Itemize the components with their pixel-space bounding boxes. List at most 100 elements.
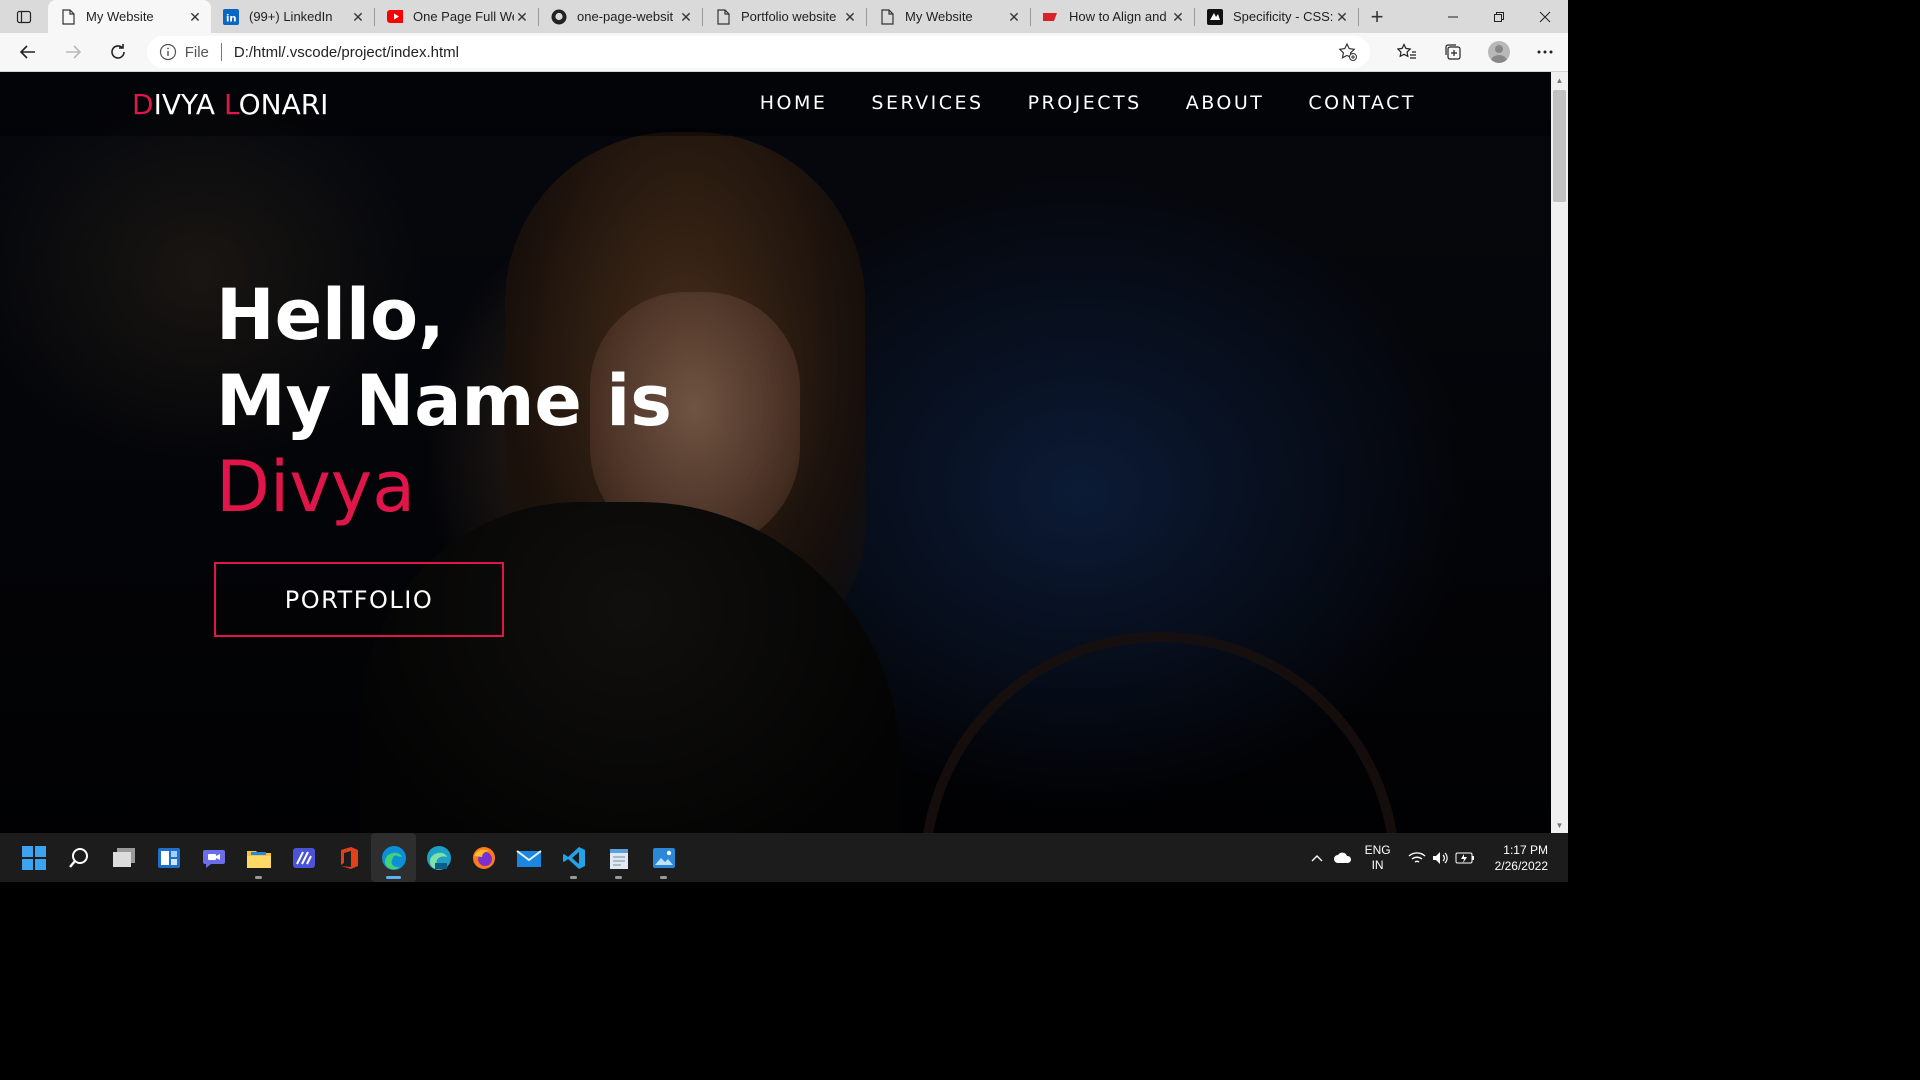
- restore-button[interactable]: [1476, 0, 1522, 33]
- collections-button[interactable]: [1430, 35, 1476, 69]
- edge-icon: [381, 845, 406, 870]
- browser-tab[interactable]: one-page-websit ✕: [539, 0, 702, 33]
- browser-tab-strip: My Website ✕ in (99+) LinkedIn ✕ One Pag…: [0, 0, 1568, 33]
- avatar: [1488, 41, 1511, 63]
- close-tab-icon[interactable]: ✕: [1170, 9, 1186, 25]
- wifi-button[interactable]: [1405, 851, 1429, 865]
- hero-intro: My Name is: [216, 360, 672, 442]
- url-scheme: File: [184, 43, 209, 61]
- volume-button[interactable]: [1429, 851, 1453, 865]
- forward-button[interactable]: [51, 35, 96, 69]
- forward-arrow-icon: [66, 45, 82, 59]
- search-icon: [68, 847, 88, 868]
- mail-button[interactable]: [506, 833, 551, 882]
- vscode-button[interactable]: [551, 833, 596, 882]
- close-tab-icon[interactable]: ✕: [350, 9, 366, 25]
- search-button[interactable]: [56, 833, 101, 882]
- chat-button[interactable]: [191, 833, 236, 882]
- mail-icon: [515, 849, 542, 867]
- close-tab-icon[interactable]: ✕: [1334, 9, 1350, 25]
- browser-tab[interactable]: How to Align and ✕: [1031, 0, 1194, 33]
- close-icon: [1539, 11, 1551, 22]
- notepad-button[interactable]: [596, 833, 641, 882]
- minimize-button[interactable]: [1430, 0, 1476, 33]
- browser-tab[interactable]: in (99+) LinkedIn ✕: [211, 0, 374, 33]
- start-button[interactable]: [11, 833, 56, 882]
- browser-tab[interactable]: My Website ✕: [48, 0, 211, 33]
- nav-link-about[interactable]: ABOUT: [1186, 92, 1265, 114]
- back-button[interactable]: [6, 35, 51, 69]
- office-button[interactable]: [326, 833, 371, 882]
- new-tab-button[interactable]: +: [1359, 0, 1395, 33]
- logo-text: IVYA: [153, 88, 224, 121]
- tab-title: One Page Full We: [413, 9, 514, 24]
- running-indicator: [386, 876, 401, 879]
- code-app-button[interactable]: [281, 833, 326, 882]
- svg-text:in: in: [226, 13, 237, 24]
- portfolio-button[interactable]: PORTFOLIO: [214, 562, 504, 637]
- collections-icon: [1445, 44, 1461, 60]
- refresh-button[interactable]: [96, 35, 141, 69]
- page-icon: [715, 8, 731, 25]
- add-favorite-icon[interactable]: [1338, 42, 1358, 62]
- github-icon: [551, 9, 567, 25]
- browser-tab[interactable]: My Website ✕: [867, 0, 1030, 33]
- edge-button[interactable]: [371, 833, 416, 882]
- task-view-icon: [112, 847, 135, 867]
- photos-button[interactable]: [641, 833, 686, 882]
- logo-initial: L: [223, 88, 239, 121]
- tab-actions-icon: [16, 10, 32, 23]
- close-tab-icon[interactable]: ✕: [678, 9, 694, 25]
- battery-button[interactable]: [1453, 852, 1477, 864]
- close-tab-icon[interactable]: ✕: [514, 9, 530, 25]
- firefox-button[interactable]: [461, 833, 506, 882]
- minimize-icon: [1448, 16, 1458, 17]
- nav-link-projects[interactable]: PROJECTS: [1028, 92, 1142, 114]
- close-tab-icon[interactable]: ✕: [1006, 9, 1022, 25]
- address-bar[interactable]: File D:/html/.vscode/project/index.html: [146, 36, 1371, 68]
- show-hidden-icons-button[interactable]: [1305, 854, 1329, 862]
- running-indicator: [615, 876, 622, 879]
- widgets-button[interactable]: [146, 833, 191, 882]
- clock[interactable]: 1:17 PM 2/26/2022: [1495, 842, 1548, 874]
- url-text[interactable]: D:/html/.vscode/project/index.html: [234, 44, 1338, 61]
- windows-taskbar: ENG IN 1:17 PM 2/26/2022: [0, 833, 1568, 882]
- nav-link-services[interactable]: SERVICES: [871, 92, 983, 114]
- task-view-button[interactable]: [101, 833, 146, 882]
- tab-title: How to Align and: [1069, 9, 1167, 24]
- tab-title: Specificity - CSS:: [1233, 9, 1334, 24]
- page-icon: [60, 8, 76, 25]
- scrollbar-thumb[interactable]: [1553, 90, 1566, 202]
- wifi-icon: [1408, 851, 1426, 863]
- edge-beta-button[interactable]: [416, 833, 461, 882]
- linkedin-icon: in: [223, 8, 239, 25]
- close-tab-icon[interactable]: ✕: [187, 9, 203, 25]
- tab-actions-button[interactable]: [0, 0, 48, 33]
- file-explorer-button[interactable]: [236, 833, 281, 882]
- onedrive-button[interactable]: [1329, 852, 1357, 864]
- close-window-button[interactable]: [1522, 0, 1568, 33]
- back-arrow-icon: [20, 45, 36, 59]
- more-menu-button[interactable]: [1522, 35, 1568, 69]
- nav-link-home[interactable]: HOME: [760, 92, 828, 114]
- profile-button[interactable]: [1476, 35, 1522, 69]
- favorites-button[interactable]: [1384, 35, 1430, 69]
- notepad-icon: [609, 848, 628, 869]
- running-indicator: [660, 876, 667, 879]
- browser-tab[interactable]: One Page Full We ✕: [375, 0, 538, 33]
- browser-tab[interactable]: Portfolio website ✕: [703, 0, 866, 33]
- browser-tab[interactable]: Specificity - CSS: ✕: [1195, 0, 1358, 33]
- nav-link-contact[interactable]: CONTACT: [1308, 92, 1416, 114]
- photos-icon: [652, 847, 675, 868]
- scroll-up-icon[interactable]: ▲: [1551, 72, 1568, 88]
- language-indicator[interactable]: ENG IN: [1365, 843, 1391, 873]
- site-logo[interactable]: DIVYA LONARI: [132, 88, 328, 121]
- scroll-down-icon[interactable]: ▼: [1551, 817, 1568, 833]
- page-scrollbar[interactable]: ▲ ▼: [1551, 72, 1568, 833]
- logo-initial: D: [132, 88, 154, 121]
- file-explorer-icon: [246, 850, 271, 868]
- tab-title: Portfolio website: [741, 9, 837, 24]
- close-tab-icon[interactable]: ✕: [842, 9, 858, 25]
- edge-beta-icon: [426, 845, 451, 870]
- info-icon[interactable]: [159, 43, 177, 61]
